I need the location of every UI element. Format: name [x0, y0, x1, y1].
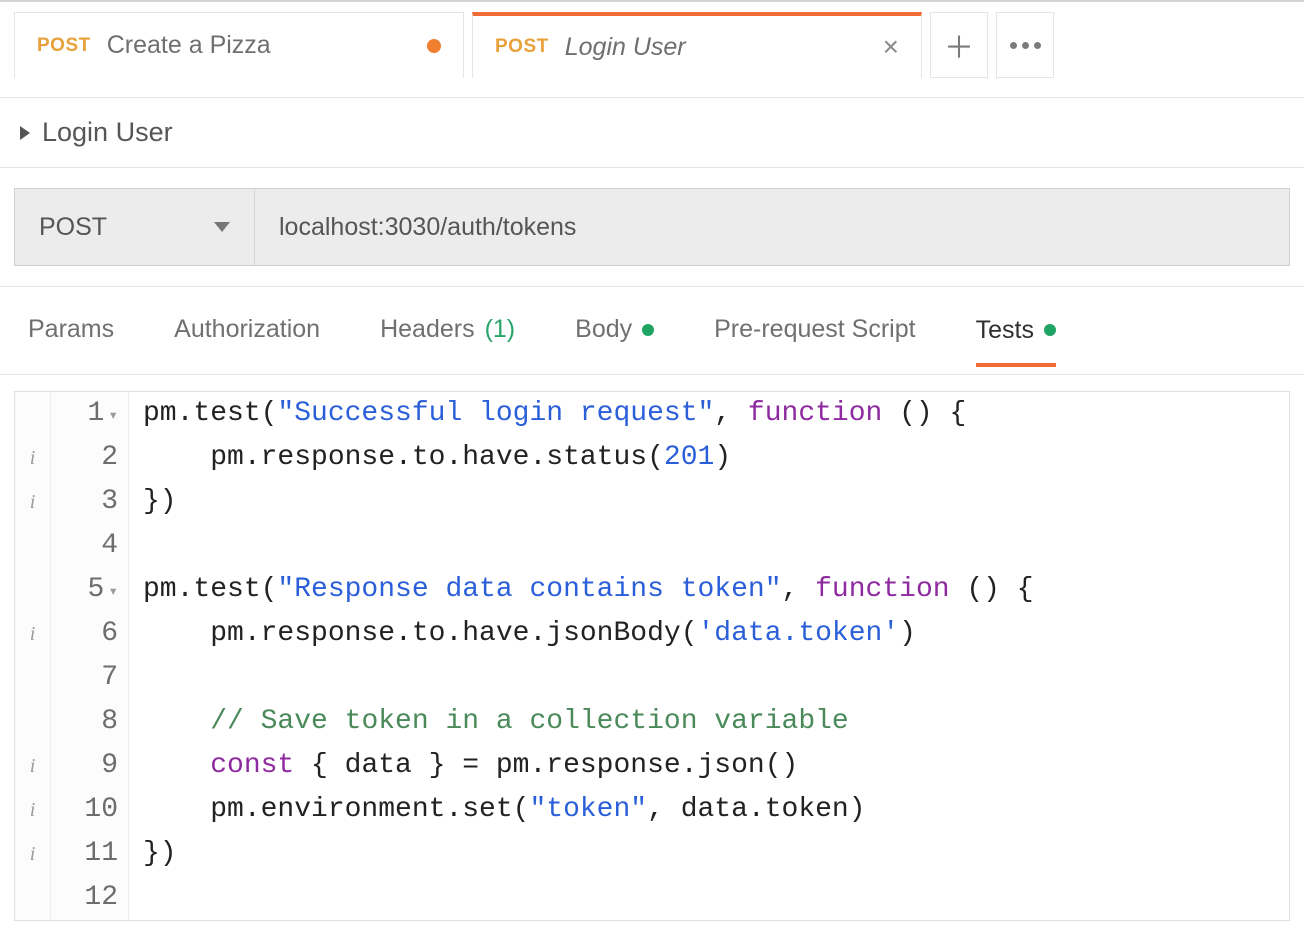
tabs-bar: POST Create a Pizza POST Login User × ＋ — [0, 2, 1304, 98]
url-input[interactable]: localhost:3030/auth/tokens — [255, 189, 1289, 265]
tab-title: Login User — [565, 33, 686, 62]
editor-container: iiiiii 1▾2345▾6789101112 pm.test("Succes… — [0, 375, 1304, 937]
status-dot-icon — [642, 324, 654, 336]
tab-title: Create a Pizza — [107, 31, 271, 60]
subtab-body[interactable]: Body — [575, 315, 654, 366]
subtab-headers[interactable]: Headers (1) — [380, 315, 515, 366]
tab-method-badge: POST — [37, 35, 91, 57]
more-icon — [1010, 42, 1041, 49]
request-title: Login User — [42, 117, 173, 148]
code-content[interactable]: pm.test("Successful login request", func… — [129, 392, 1289, 920]
url-text: localhost:3030/auth/tokens — [279, 213, 576, 242]
url-bar: POST localhost:3030/auth/tokens — [14, 188, 1290, 266]
subtab-prerequest[interactable]: Pre-request Script — [714, 315, 915, 366]
gutter-line-numbers: 1▾2345▾6789101112 — [51, 392, 129, 920]
http-method-select[interactable]: POST — [15, 189, 255, 265]
request-subtabs: Params Authorization Headers (1) Body Pr… — [0, 287, 1304, 375]
plus-icon: ＋ — [944, 23, 974, 67]
request-header: Login User — [0, 98, 1304, 168]
subtab-params[interactable]: Params — [28, 315, 114, 366]
new-tab-button[interactable]: ＋ — [930, 12, 988, 78]
subtab-tests[interactable]: Tests — [976, 316, 1056, 367]
tab-login-user[interactable]: POST Login User × — [472, 12, 922, 78]
tab-method-badge: POST — [495, 36, 549, 58]
expand-caret-icon[interactable] — [20, 126, 30, 140]
unsaved-dot-icon — [427, 39, 441, 53]
subtab-authorization[interactable]: Authorization — [174, 315, 320, 366]
tab-overflow-button[interactable] — [996, 12, 1054, 78]
http-method-label: POST — [39, 213, 107, 242]
tests-code-editor[interactable]: iiiiii 1▾2345▾6789101112 pm.test("Succes… — [14, 391, 1290, 921]
chevron-down-icon — [214, 222, 230, 232]
close-icon[interactable]: × — [883, 33, 899, 61]
url-bar-container: POST localhost:3030/auth/tokens — [0, 168, 1304, 287]
gutter-info: iiiiii — [15, 392, 51, 920]
headers-count: (1) — [485, 315, 516, 344]
tab-create-a-pizza[interactable]: POST Create a Pizza — [14, 12, 464, 78]
status-dot-icon — [1044, 324, 1056, 336]
